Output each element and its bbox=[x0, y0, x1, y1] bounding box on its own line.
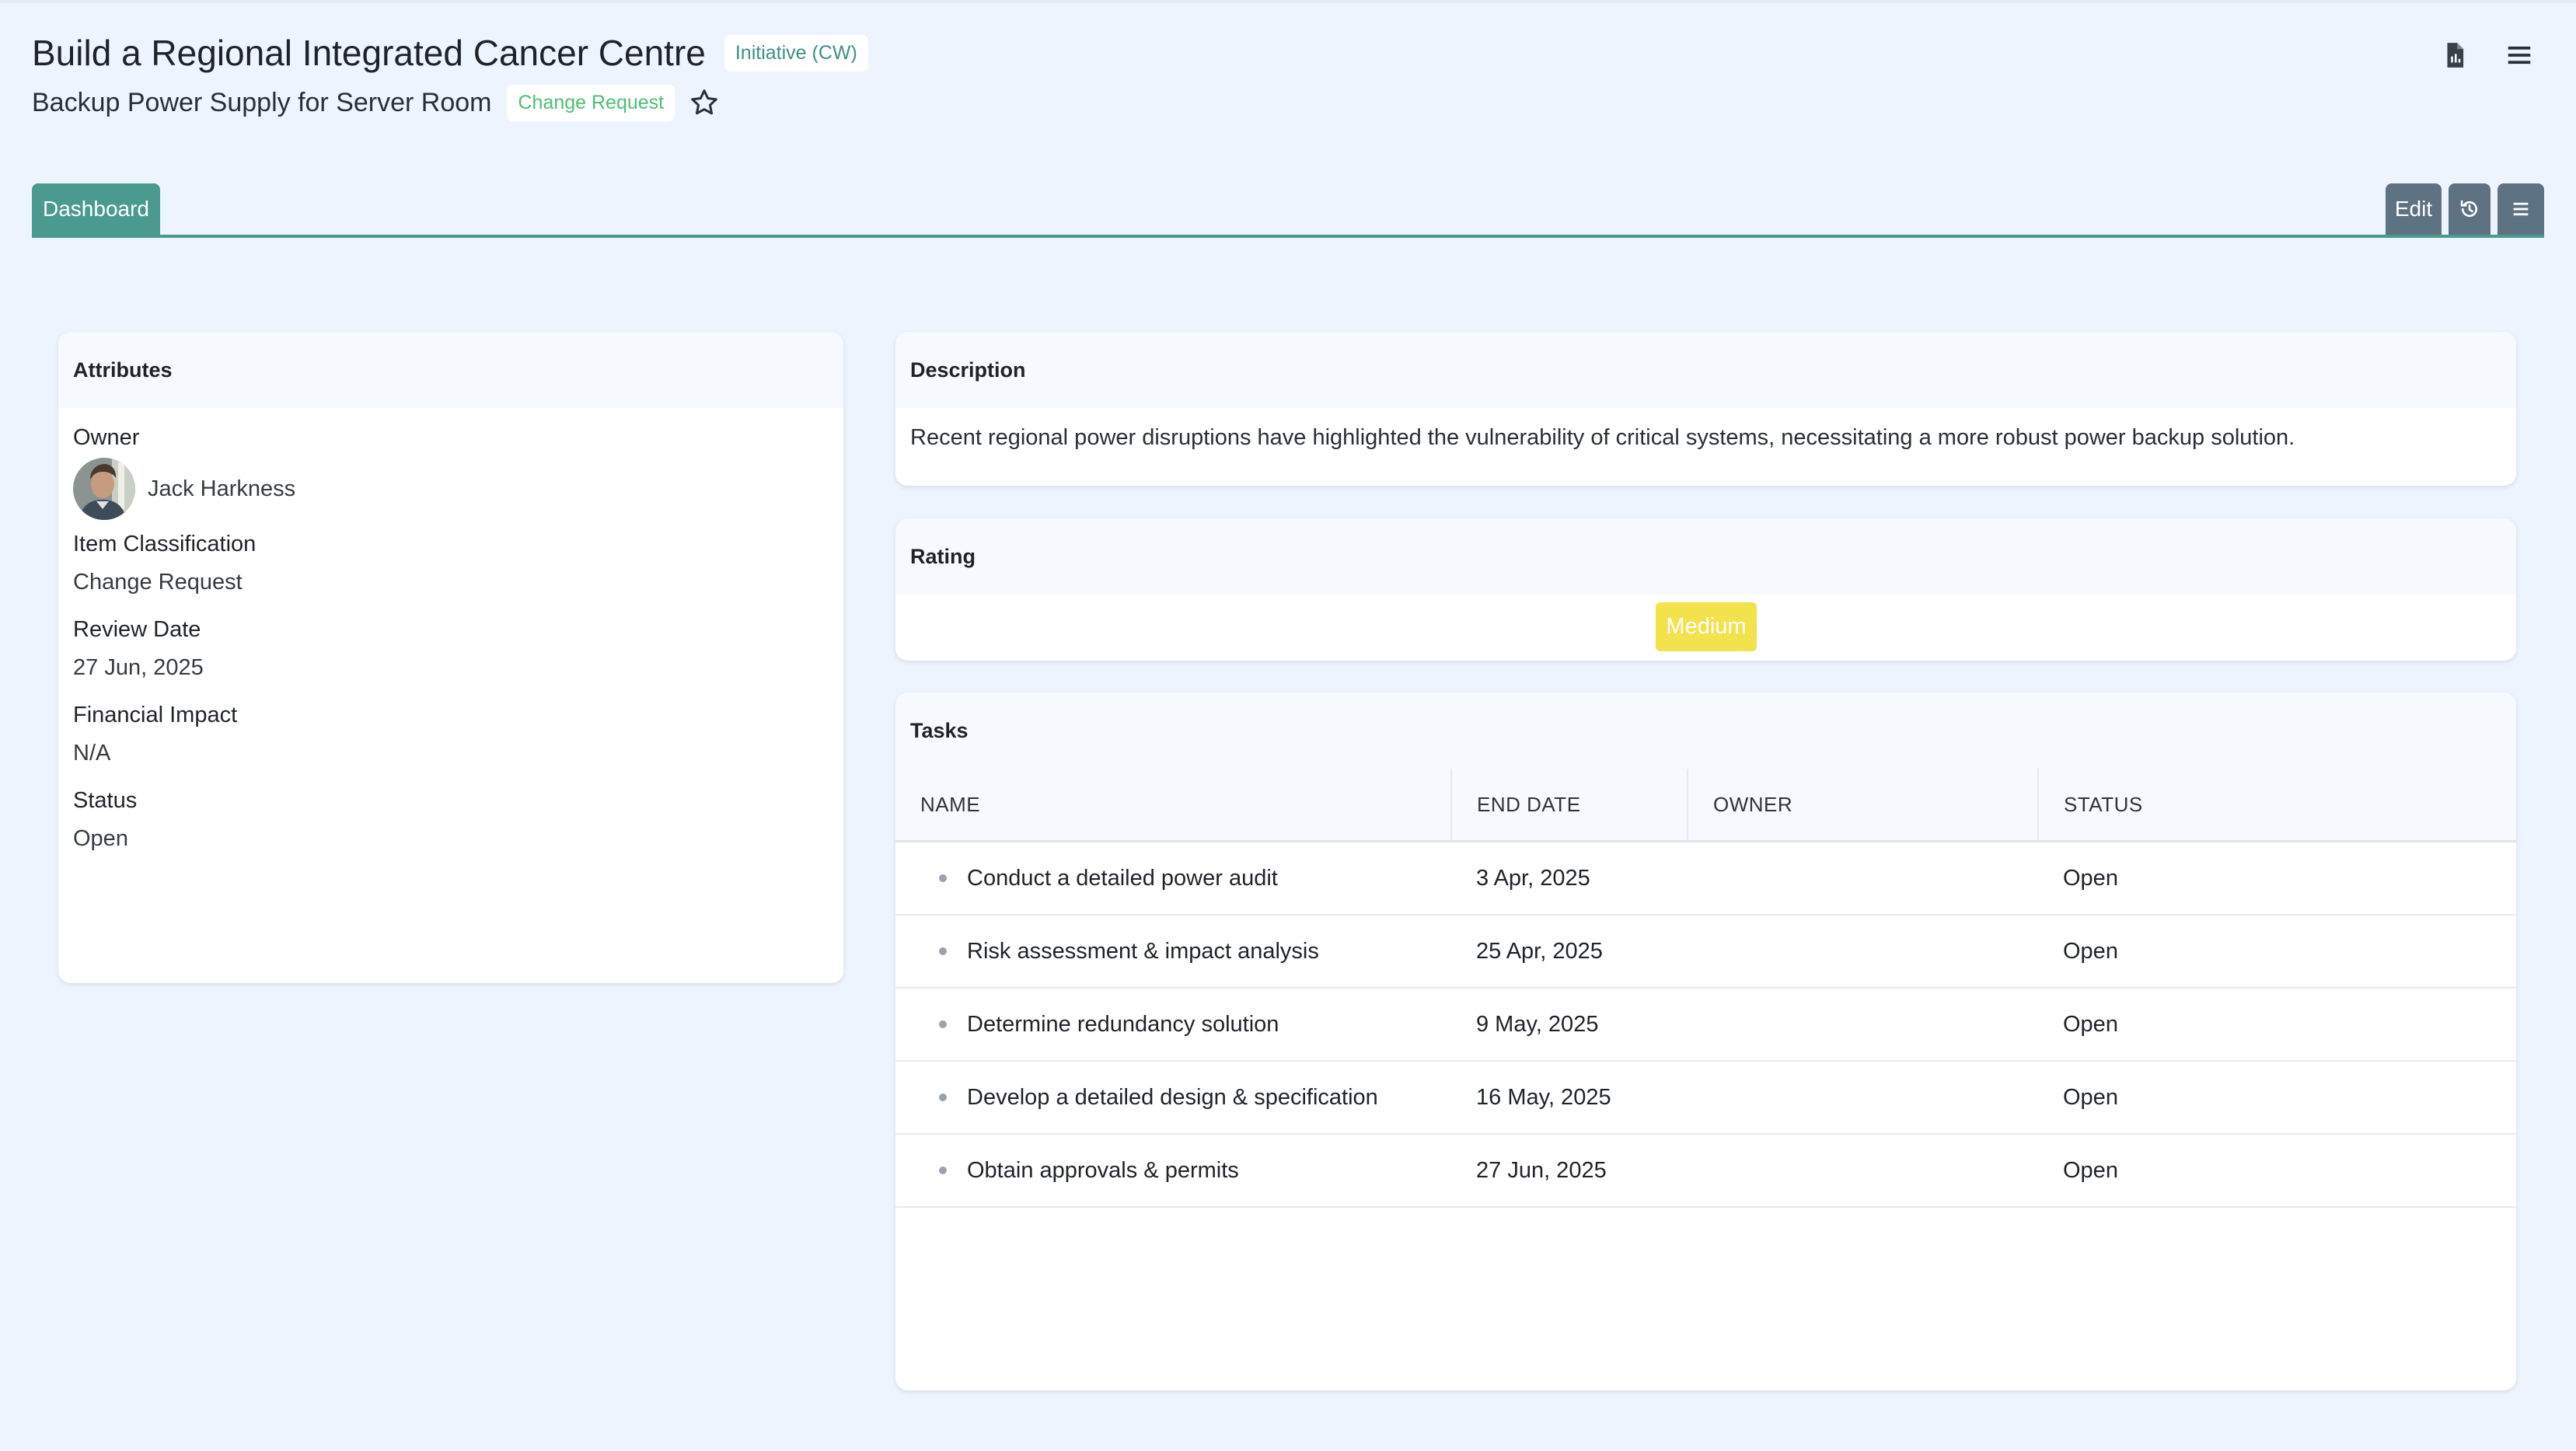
column-header-status[interactable]: STATUS bbox=[2038, 769, 2516, 842]
task-name[interactable]: Conduct a detailed power audit bbox=[942, 866, 1278, 891]
task-status: Open bbox=[2038, 1134, 2516, 1208]
status-value: Open bbox=[73, 826, 128, 851]
task-end-date: 27 Jun, 2025 bbox=[1451, 1134, 1688, 1208]
owner-name: Jack Harkness bbox=[148, 476, 296, 501]
table-row[interactable]: Conduct a detailed power audit 3 Apr, 20… bbox=[895, 841, 2516, 916]
description-card: Description Recent regional power disrup… bbox=[895, 332, 2516, 486]
task-owner bbox=[1688, 1134, 2038, 1208]
task-status: Open bbox=[2038, 841, 2516, 916]
document-icon[interactable] bbox=[2440, 40, 2470, 70]
tasks-title: Tasks bbox=[895, 692, 2516, 769]
owner-label: Owner bbox=[73, 425, 140, 450]
tab-dashboard[interactable]: Dashboard bbox=[32, 183, 160, 235]
history-icon bbox=[2460, 200, 2477, 218]
description-title: Description bbox=[895, 332, 2516, 408]
tasks-card: Tasks NAME END DATE OWNER STATUS Conduct… bbox=[895, 692, 2516, 1390]
title-row: Build a Regional Integrated Cancer Centr… bbox=[32, 28, 868, 78]
bullet-icon bbox=[939, 874, 947, 882]
classification-label: Item Classification bbox=[73, 532, 257, 556]
review-date-label: Review Date bbox=[73, 617, 201, 642]
owner-row[interactable]: Jack Harkness bbox=[73, 455, 829, 522]
table-row[interactable]: Develop a detailed design & specificatio… bbox=[895, 1061, 2516, 1135]
financial-impact-label: Financial Impact bbox=[73, 703, 238, 727]
task-status: Open bbox=[2038, 988, 2516, 1062]
type-badge: Initiative (CW) bbox=[724, 34, 868, 72]
task-owner bbox=[1688, 988, 2038, 1062]
avatar bbox=[73, 458, 135, 520]
history-button[interactable] bbox=[2449, 183, 2490, 235]
table-header-row: NAME END DATE OWNER STATUS bbox=[895, 769, 2516, 842]
task-end-date: 9 May, 2025 bbox=[1451, 988, 1688, 1062]
column-header-owner[interactable]: OWNER bbox=[1688, 769, 2039, 842]
attributes-title: Attributes bbox=[58, 332, 843, 408]
menu-icon bbox=[2513, 202, 2529, 216]
task-owner bbox=[1688, 1061, 2038, 1135]
classification-badge: Change Request bbox=[507, 84, 675, 121]
table-row[interactable]: Obtain approvals & permits 27 Jun, 2025 … bbox=[895, 1134, 2516, 1208]
task-name[interactable]: Risk assessment & impact analysis bbox=[942, 939, 1319, 964]
task-end-date: 3 Apr, 2025 bbox=[1451, 841, 1688, 916]
column-header-name[interactable]: NAME bbox=[895, 769, 1452, 842]
bullet-icon bbox=[939, 1167, 947, 1174]
page-title: Build a Regional Integrated Cancer Centr… bbox=[32, 33, 706, 73]
attributes-card: Attributes Owner Jack Harkness Item Clas… bbox=[58, 332, 843, 983]
task-name[interactable]: Determine redundancy solution bbox=[942, 1012, 1279, 1037]
top-divider bbox=[0, 0, 2576, 3]
classification-value: Change Request bbox=[73, 570, 243, 595]
table-row[interactable]: Determine redundancy solution 9 May, 202… bbox=[895, 988, 2516, 1062]
task-name[interactable]: Develop a detailed design & specificatio… bbox=[942, 1085, 1378, 1110]
edit-button[interactable]: Edit bbox=[2386, 183, 2442, 235]
review-date-value: 27 Jun, 2025 bbox=[73, 655, 204, 680]
bullet-icon bbox=[939, 1093, 947, 1101]
page-subtitle: Backup Power Supply for Server Room bbox=[32, 87, 492, 117]
bullet-icon bbox=[939, 1020, 947, 1028]
menu-icon[interactable] bbox=[2504, 40, 2534, 70]
bullet-icon bbox=[939, 947, 947, 955]
rating-badge: Medium bbox=[1656, 602, 1757, 651]
column-header-end-date[interactable]: END DATE bbox=[1451, 769, 1688, 842]
task-end-date: 25 Apr, 2025 bbox=[1451, 915, 1688, 989]
task-status: Open bbox=[2038, 1061, 2516, 1135]
task-status: Open bbox=[2038, 915, 2516, 989]
task-name[interactable]: Obtain approvals & permits bbox=[942, 1158, 1239, 1183]
status-label: Status bbox=[73, 788, 138, 813]
description-text: Recent regional power disruptions have h… bbox=[910, 425, 2295, 450]
star-icon[interactable] bbox=[689, 87, 720, 118]
tasks-table: NAME END DATE OWNER STATUS Conduct a det… bbox=[895, 769, 2516, 1208]
task-owner bbox=[1688, 841, 2038, 916]
rating-title: Rating bbox=[895, 518, 2516, 595]
task-end-date: 16 May, 2025 bbox=[1451, 1061, 1688, 1135]
subtitle-row: Backup Power Supply for Server Room Chan… bbox=[32, 81, 720, 124]
financial-impact-value: N/A bbox=[73, 741, 111, 766]
task-owner bbox=[1688, 915, 2038, 989]
tab-bar: Dashboard Edit bbox=[32, 183, 2544, 238]
table-row[interactable]: Risk assessment & impact analysis 25 Apr… bbox=[895, 915, 2516, 989]
rating-card: Rating Medium bbox=[895, 518, 2516, 661]
options-button[interactable] bbox=[2497, 183, 2544, 235]
